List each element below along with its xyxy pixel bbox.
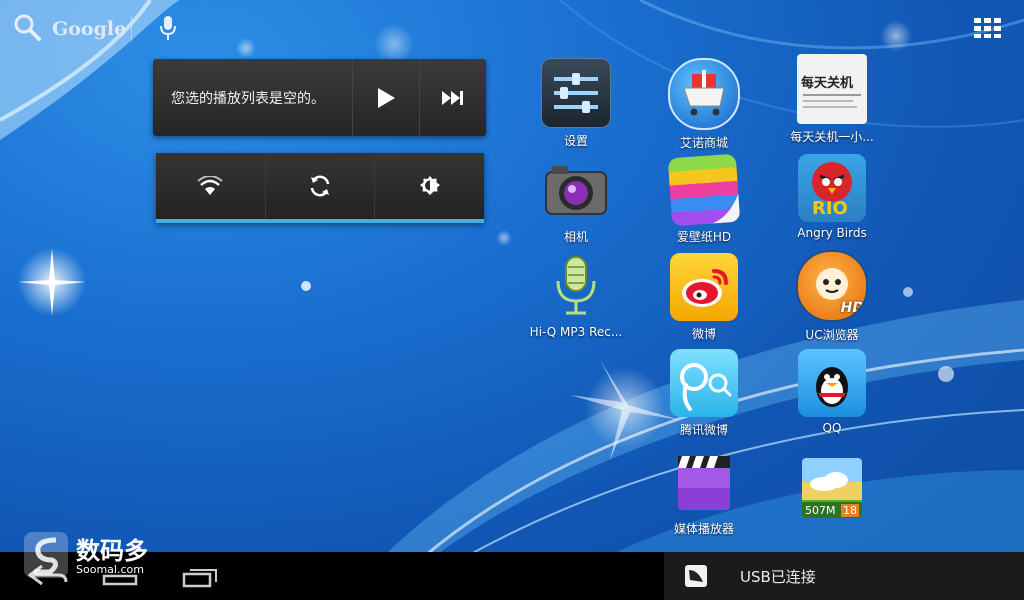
memory-cleaner-icon: 507M 18 [802,458,862,518]
play-button[interactable] [352,59,419,136]
brightness-icon [419,176,440,195]
daily-shutdown-icon: 每天关机 [797,54,867,124]
qq-icon [798,349,866,417]
app-label: 微博 [691,327,716,341]
watermark-en: Soomal.com [76,562,144,576]
app-camera[interactable]: 相机 [521,156,631,245]
app-label: 媒体播放器 [673,522,734,536]
weibo-icon [670,253,738,321]
sync-icon [310,175,330,197]
app-memory-cleaner[interactable]: 507M 18 [777,458,887,518]
app-aibizhi-hd[interactable]: 爱壁纸HD [649,153,759,245]
watermark-cn: 数码多 [76,536,148,565]
uc-browser-icon: HD [796,250,868,322]
app-label: Angry Birds [797,226,867,240]
wifi-toggle[interactable] [156,153,265,219]
app-uc-browser[interactable]: HD UC浏览器 [777,250,887,343]
settings-icon [541,58,611,128]
daily-shutdown-icon-text: 每天关机 [801,76,854,91]
app-label: 设置 [563,134,588,148]
search-divider [131,16,132,42]
app-aino-store[interactable]: 艾诺商城 [649,58,759,151]
app-label: QQ [822,421,842,435]
system-navigation-bar [0,552,1024,600]
wallpaper-icon [667,153,741,227]
store-cart-icon [668,58,740,130]
play-icon [378,87,395,108]
app-label: Hi-Q MP3 Rec... [529,325,623,339]
music-player-widget: 您选的播放列表是空的。 [153,59,486,136]
app-label: 腾讯微博 [679,423,728,437]
brightness-toggle[interactable] [374,153,484,219]
google-search-bar[interactable]: Google [12,12,126,46]
next-track-icon [442,90,463,105]
camera-icon [542,156,610,224]
recent-apps-button[interactable] [182,564,218,592]
all-apps-grid-icon[interactable] [974,18,1002,42]
playlist-status-text: 您选的播放列表是空的。 [171,90,325,107]
soomal-watermark: 数码多 Soomal.com [22,530,148,584]
voice-search-icon[interactable] [158,14,178,46]
app-label: 艾诺商城 [679,136,728,150]
sync-toggle[interactable] [264,153,375,219]
next-track-button[interactable] [419,59,486,136]
app-media-player[interactable]: 媒体播放器 [649,448,759,537]
google-logo-text: Google [52,18,127,40]
microphone-icon [542,253,610,321]
power-control-widget [156,153,484,223]
usb-connected-text[interactable]: USB已连接 [740,566,816,587]
uc-browser-icon-text: HD [840,300,864,316]
app-label: 爱壁纸HD [676,230,732,244]
memory-free-value: 507M [805,503,836,517]
app-tencent-weibo[interactable]: 腾讯微博 [649,349,759,438]
notification-area[interactable] [664,552,1024,600]
app-settings[interactable]: 设置 [521,58,631,149]
recent-apps-icon [182,569,217,588]
app-label: 每天关机一小... [790,130,874,144]
soomal-logo-icon [22,530,70,584]
app-angry-birds[interactable]: RIO Angry Birds [777,154,887,240]
tencent-weibo-icon [670,349,738,417]
wifi-icon [197,176,223,195]
memory-count-value: 18 [841,503,859,517]
search-icon [12,12,42,46]
app-daily-shutdown[interactable]: 每天关机 每天关机一小... [777,54,887,145]
angry-birds-icon: RIO [798,154,866,222]
app-label: 相机 [563,230,588,244]
media-player-icon [670,448,738,516]
app-label: UC浏览器 [805,328,859,342]
usb-notification-icon [684,564,708,592]
app-hiq-mp3-recorder[interactable]: Hi-Q MP3 Rec... [521,253,631,339]
app-qq[interactable]: QQ [777,349,887,435]
angry-birds-icon-text: RIO [812,198,848,219]
app-weibo[interactable]: 微博 [649,253,759,342]
